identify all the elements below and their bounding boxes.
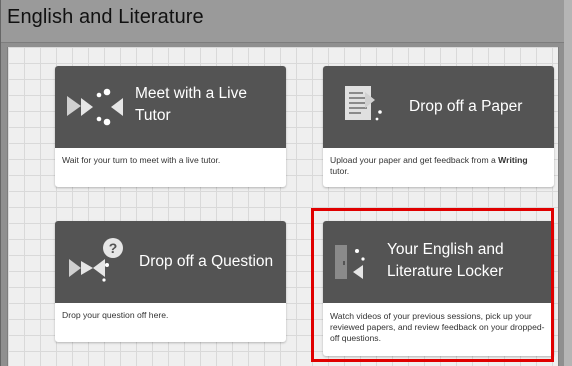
window-edge: [564, 0, 572, 366]
card-header: Drop off a Paper: [323, 66, 554, 148]
page-title: English and Literature: [7, 6, 204, 28]
paper-icon: [345, 86, 382, 121]
svg-text:?: ?: [109, 240, 118, 256]
drop-off-paper-card[interactable]: Drop off a Paper Upload your paper and g…: [323, 66, 554, 187]
live-tutor-icon: [67, 88, 123, 126]
card-header: Meet with a Live Tutor: [55, 66, 286, 148]
card-description: Upload your paper and get feedback from …: [330, 155, 528, 176]
drop-off-question-card[interactable]: ? Drop off a Question Drop your question…: [55, 221, 286, 342]
question-icon: ?: [69, 238, 123, 282]
app-window: English and Literature Meet with a Live …: [0, 0, 565, 366]
card-title: Drop off a Paper: [409, 98, 523, 115]
page-header: English and Literature: [1, 0, 565, 43]
card-title: Meet with a Live Tutor: [135, 85, 247, 124]
card-description: Drop your question off here.: [62, 310, 169, 320]
card-title: Drop off a Question: [139, 253, 274, 270]
meet-live-tutor-card[interactable]: Meet with a Live Tutor Wait for your tur…: [55, 66, 286, 187]
card-header: ? Drop off a Question: [55, 221, 286, 303]
card-description: Wait for your turn to meet with a live t…: [62, 155, 221, 165]
selection-highlight: [311, 208, 554, 362]
